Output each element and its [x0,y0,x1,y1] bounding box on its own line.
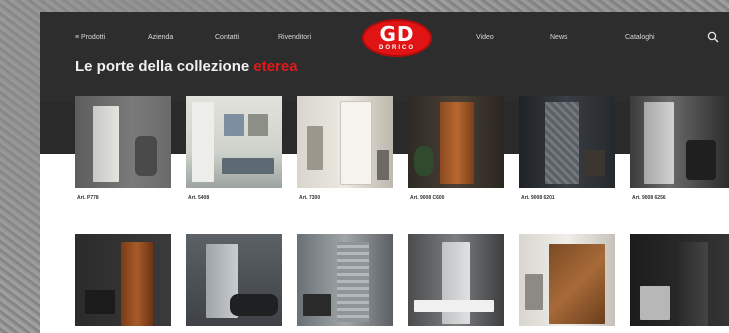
product-thumb-11[interactable] [519,234,615,326]
product-thumb-7[interactable] [75,234,171,326]
nav-rivenditori[interactable]: Rivenditori [278,34,311,41]
nav-video[interactable]: Video [476,34,494,41]
nav-azienda[interactable]: Azienda [148,34,173,41]
product-caption-1[interactable]: Art. P778 [77,195,99,201]
product-thumb-4[interactable] [408,96,504,188]
website-frame: ≡ Prodotti Azienda Contatti Rivenditori … [40,12,729,333]
product-caption-3[interactable]: Art. 7300 [299,195,320,201]
product-thumb-10[interactable] [408,234,504,326]
product-thumb-9[interactable] [297,234,393,326]
search-icon[interactable] [707,31,719,43]
page-title: Le porte della collezione eterea [75,58,298,75]
product-caption-6[interactable]: Art. 9008 6256 [632,195,666,201]
product-caption-4[interactable]: Art. 9008 C600 [410,195,444,201]
product-thumb-12[interactable] [630,234,729,326]
product-caption-5[interactable]: Art. 9008 6201 [521,195,555,201]
logo-main-text: GD [379,22,415,46]
site-header: ≡ Prodotti Azienda Contatti Rivenditori … [40,12,729,102]
nav-contatti[interactable]: Contatti [215,34,239,41]
product-caption-2[interactable]: Art. 5408 [188,195,209,201]
product-thumb-2[interactable] [186,96,282,188]
page-title-accent: eterea [253,58,298,75]
product-thumb-8[interactable] [186,234,282,326]
nav-cataloghi[interactable]: Cataloghi [625,34,655,41]
product-thumb-6[interactable] [630,96,729,188]
nav-news[interactable]: News [550,34,568,41]
nav-prodotti[interactable]: ≡ Prodotti [75,34,105,41]
product-thumb-3[interactable] [297,96,393,188]
gd-dorico-logo[interactable]: GD DORICO [362,19,432,57]
product-thumb-5[interactable] [519,96,615,188]
logo-sub-text: DORICO [379,45,415,51]
product-thumb-1[interactable] [75,96,171,188]
page-title-text: Le porte della collezione [75,58,254,75]
